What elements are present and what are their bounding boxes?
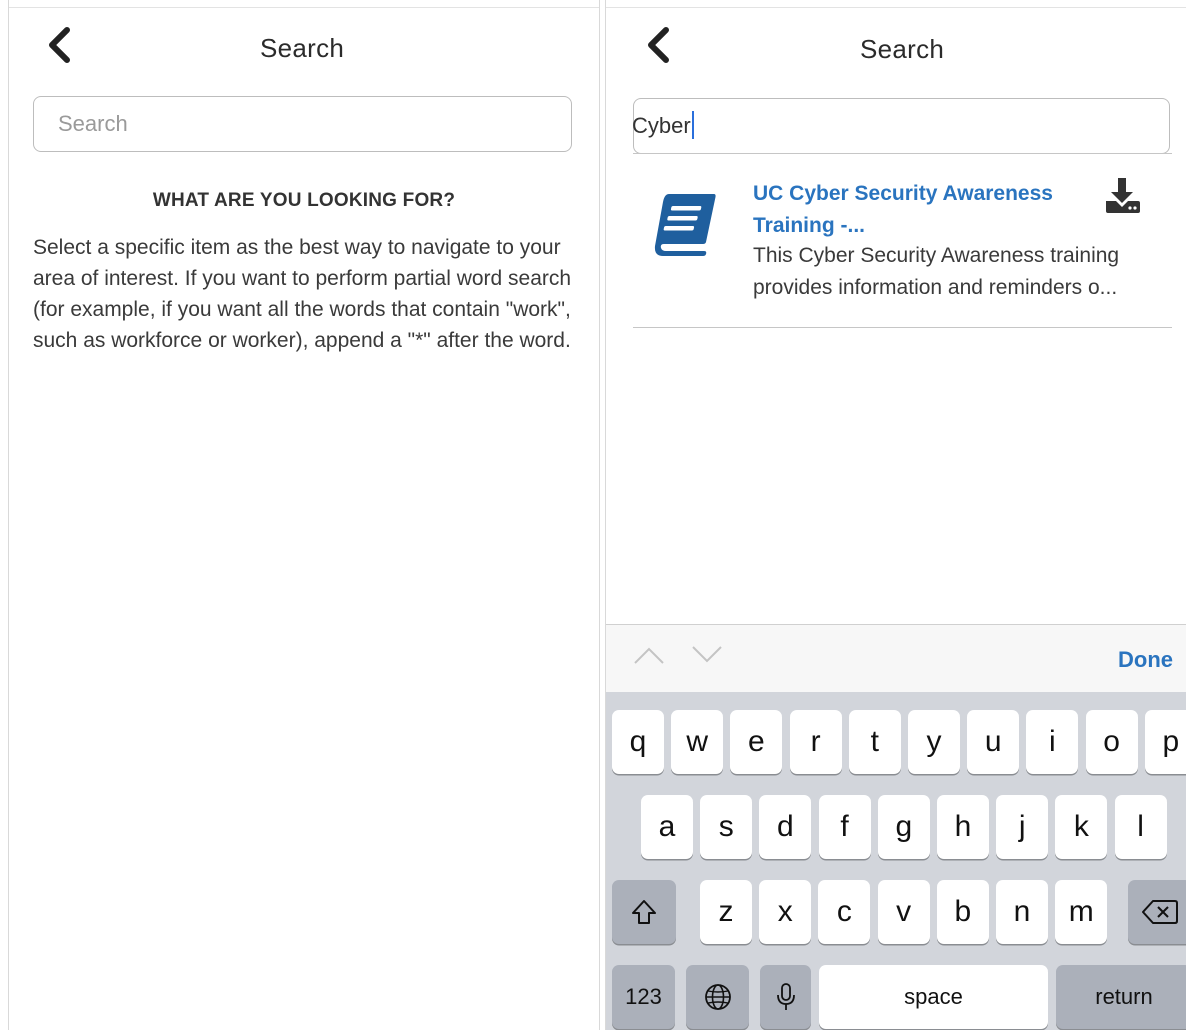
key-o[interactable]: o bbox=[1085, 710, 1138, 774]
search-divider bbox=[633, 153, 1172, 154]
key-v[interactable]: v bbox=[877, 880, 930, 944]
key-y[interactable]: y bbox=[908, 710, 960, 774]
chevron-left-icon bbox=[49, 27, 70, 63]
search-field[interactable] bbox=[633, 98, 1170, 154]
shift-icon bbox=[632, 900, 656, 924]
key-f[interactable]: f bbox=[818, 795, 871, 859]
search-field[interactable] bbox=[33, 96, 572, 152]
key-n[interactable]: n bbox=[996, 880, 1048, 944]
key-j[interactable]: j bbox=[996, 795, 1049, 859]
dictation-key[interactable] bbox=[760, 965, 811, 1029]
key-x[interactable]: x bbox=[759, 880, 812, 944]
shift-key[interactable] bbox=[612, 880, 676, 944]
globe-key[interactable] bbox=[686, 965, 749, 1029]
search-input[interactable] bbox=[34, 97, 571, 151]
key-d[interactable]: d bbox=[759, 795, 812, 859]
backspace-icon bbox=[1142, 900, 1178, 924]
search-screen-empty: Search WHAT ARE YOU LOOKING FOR? Select … bbox=[8, 0, 600, 1030]
result-divider bbox=[633, 327, 1172, 328]
key-b[interactable]: b bbox=[936, 880, 989, 944]
text-caret bbox=[691, 111, 694, 139]
top-divider bbox=[606, 7, 1186, 8]
page-title: Search bbox=[260, 33, 345, 63]
chevron-up-icon[interactable] bbox=[632, 643, 666, 667]
key-u[interactable]: u bbox=[967, 710, 1020, 774]
done-button[interactable]: Done bbox=[1118, 647, 1173, 673]
book-icon bbox=[654, 194, 716, 256]
globe-icon bbox=[704, 984, 731, 1010]
key-c[interactable]: c bbox=[818, 880, 871, 944]
key-r[interactable]: r bbox=[789, 710, 842, 774]
key-m[interactable]: m bbox=[1055, 880, 1108, 944]
on-screen-keyboard: qwertyuiop asdfghjkl zxcvbnm 123 space r… bbox=[606, 692, 1186, 1030]
result-description: This Cyber Security Awareness training p… bbox=[753, 244, 1120, 299]
key-l[interactable]: l bbox=[1114, 795, 1167, 859]
key-z[interactable]: z bbox=[700, 880, 752, 944]
microphone-icon bbox=[776, 983, 795, 1010]
search-input[interactable]: Cyber bbox=[632, 111, 694, 139]
help-heading: WHAT ARE YOU LOOKING FOR? bbox=[152, 190, 456, 211]
key-e[interactable]: e bbox=[730, 710, 783, 774]
key-g[interactable]: g bbox=[877, 795, 930, 859]
help-text: Select a specific item as the best way t… bbox=[33, 236, 572, 352]
download-icon[interactable] bbox=[1103, 176, 1143, 214]
numbers-key[interactable]: 123 bbox=[612, 965, 675, 1029]
key-w[interactable]: w bbox=[671, 710, 724, 774]
back-button[interactable] bbox=[39, 22, 79, 68]
key-i[interactable]: i bbox=[1026, 710, 1079, 774]
key-q[interactable]: q bbox=[612, 710, 664, 774]
space-key[interactable]: space bbox=[819, 965, 1048, 1029]
keyboard-accessory-bar: Done bbox=[606, 624, 1186, 693]
key-k[interactable]: k bbox=[1055, 795, 1108, 859]
key-p[interactable]: p bbox=[1144, 710, 1186, 774]
chevron-down-icon[interactable] bbox=[690, 643, 724, 667]
return-key[interactable]: return bbox=[1056, 965, 1186, 1029]
top-divider bbox=[9, 7, 599, 8]
key-s[interactable]: s bbox=[700, 795, 753, 859]
key-h[interactable]: h bbox=[937, 795, 989, 859]
page-title: Search bbox=[860, 34, 945, 64]
result-title[interactable]: UC Cyber Security Awareness Training -..… bbox=[753, 178, 1073, 242]
search-value: Cyber bbox=[632, 113, 691, 138]
chevron-left-icon bbox=[648, 27, 669, 63]
key-t[interactable]: t bbox=[848, 710, 901, 774]
key-a[interactable]: a bbox=[641, 795, 693, 859]
back-button[interactable] bbox=[638, 22, 678, 68]
search-screen-results: Search Cyber UC Cyber Security Awareness… bbox=[605, 0, 1186, 1030]
backspace-key[interactable] bbox=[1128, 880, 1186, 944]
